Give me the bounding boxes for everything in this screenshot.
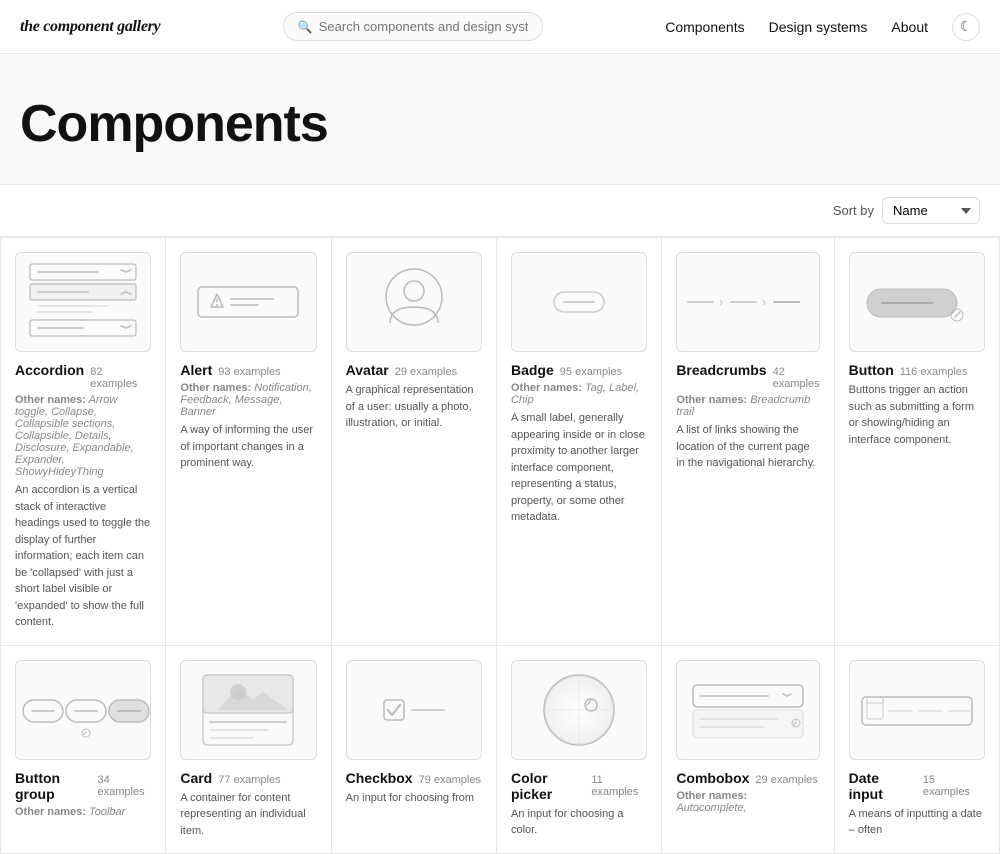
card-preview: › ›: [676, 252, 819, 352]
card-name: Alert: [180, 362, 212, 378]
card-count: 42 examples: [773, 366, 820, 390]
card-count: 116 examples: [900, 366, 968, 378]
card-title-row: Combobox 29 examples: [676, 770, 819, 786]
component-card[interactable]: Combobox 29 examples Other names: Autocomp…: [662, 646, 834, 854]
card-desc: A way of informing the user of important…: [180, 422, 316, 472]
page-title: Components: [20, 94, 980, 154]
card-desc: A small label, generally appearing insid…: [511, 410, 647, 526]
card-preview: [849, 660, 985, 760]
card-count: 93 examples: [218, 366, 280, 378]
card-preview: [180, 252, 316, 352]
nav-design-systems[interactable]: Design systems: [769, 19, 868, 35]
toolbar: Sort by Name Examples Date: [0, 185, 1000, 237]
card-name: Button: [849, 362, 894, 378]
sort-select[interactable]: Name Examples Date: [882, 197, 980, 224]
search-input[interactable]: [319, 19, 528, 34]
card-other-names: Other names: Tag, Label, Chip: [511, 382, 647, 406]
card-count: 15 examples: [923, 774, 985, 798]
sort-label: Sort by: [833, 203, 874, 218]
svg-text:›: ›: [762, 295, 766, 309]
component-card[interactable]: Date input15 examples A means of inputtin…: [835, 646, 1000, 854]
card-preview: [346, 660, 482, 760]
nav-components[interactable]: Components: [665, 19, 744, 35]
card-preview: [15, 252, 151, 352]
search-container: 🔍: [283, 12, 543, 41]
card-title-row: Color picker11 examples: [511, 770, 647, 802]
card-title-row: Button 116 examples: [849, 362, 985, 378]
card-title-row: Date input15 examples: [849, 770, 985, 802]
card-title-row: Breadcrumbs 42 examples: [676, 362, 819, 390]
card-title-row: Badge 95 examples: [511, 362, 647, 378]
card-preview: [346, 252, 482, 352]
component-card[interactable]: Button 116 examples Buttons trigger an act…: [835, 238, 1000, 646]
card-title-row: Button group34 examples: [15, 770, 151, 802]
card-desc: A list of links showing the location of …: [676, 422, 819, 472]
nav-about[interactable]: About: [891, 19, 928, 35]
card-desc: A means of inputting a date – often: [849, 806, 985, 839]
card-name: Color picker: [511, 770, 585, 802]
component-card[interactable]: Alert 93 examples Other names: Notificatio…: [166, 238, 331, 646]
card-name: Accordion: [15, 362, 84, 378]
card-other-names: Other names: Arrow toggle, Collapse, Col…: [15, 394, 151, 478]
card-name: Breadcrumbs: [676, 362, 766, 378]
card-name: Avatar: [346, 362, 389, 378]
component-card[interactable]: Card 77 examples A container for content r…: [166, 646, 331, 854]
card-other-names: Other names: Toolbar: [15, 806, 151, 818]
card-name: Card: [180, 770, 212, 786]
card-preview: [511, 252, 647, 352]
card-preview: [849, 252, 985, 352]
card-desc: A container for content representing an …: [180, 790, 316, 840]
logo[interactable]: the component gallery: [20, 18, 160, 36]
card-desc: An input for choosing a color.: [511, 806, 647, 839]
component-card[interactable]: › › Breadcrumbs 42 examples Other names: B…: [662, 238, 834, 646]
component-card[interactable]: Button group34 examples Other names: Tool…: [1, 646, 166, 854]
card-count: 95 examples: [560, 366, 622, 378]
card-name: Badge: [511, 362, 554, 378]
theme-toggle-button[interactable]: ☾: [952, 13, 980, 41]
card-title-row: Checkbox 79 examples: [346, 770, 482, 786]
card-preview: [676, 660, 819, 760]
card-title-row: Avatar 29 examples: [346, 362, 482, 378]
card-name: Combobox: [676, 770, 749, 786]
component-grid: Accordion 82 examples Other names: Arrow t…: [0, 237, 1000, 854]
card-other-names: Other names: Autocomplete,: [676, 790, 819, 814]
search-icon: 🔍: [298, 20, 313, 34]
card-desc: An input for choosing from: [346, 790, 482, 807]
card-preview: [15, 660, 151, 760]
card-preview: [511, 660, 647, 760]
card-title-row: Accordion 82 examples: [15, 362, 151, 390]
card-count: 82 examples: [90, 366, 151, 390]
card-title-row: Alert 93 examples: [180, 362, 316, 378]
card-other-names: Other names: Notification, Feedback, Mes…: [180, 382, 316, 418]
card-name: Checkbox: [346, 770, 413, 786]
hero-section: Components: [0, 54, 1000, 185]
svg-text:›: ›: [719, 295, 723, 309]
component-card[interactable]: Color picker11 examples An input for choo…: [497, 646, 662, 854]
header: the component gallery 🔍 Components Desig…: [0, 0, 1000, 54]
card-name: Button group: [15, 770, 92, 802]
card-count: 79 examples: [419, 774, 481, 786]
component-card[interactable]: Badge 95 examples Other names: Tag, Label,…: [497, 238, 662, 646]
component-card[interactable]: Accordion 82 examples Other names: Arrow t…: [1, 238, 166, 646]
card-count: 77 examples: [218, 774, 280, 786]
component-card[interactable]: Avatar 29 examples A graphical representat…: [332, 238, 497, 646]
card-count: 34 examples: [98, 774, 152, 798]
card-count: 11 examples: [591, 774, 647, 798]
card-name: Date input: [849, 770, 917, 802]
card-desc: An accordion is a vertical stack of inte…: [15, 482, 151, 631]
card-title-row: Card 77 examples: [180, 770, 316, 786]
card-desc: Buttons trigger an action such as submit…: [849, 382, 985, 448]
card-other-names: Other names: Breadcrumb trail: [676, 394, 819, 418]
card-count: 29 examples: [395, 366, 457, 378]
card-count: 29 examples: [755, 774, 817, 786]
main-nav: Components Design systems About ☾: [665, 13, 980, 41]
card-preview: [180, 660, 316, 760]
component-card[interactable]: Checkbox 79 examples An input for choosing…: [332, 646, 497, 854]
card-desc: A graphical representation of a user: us…: [346, 382, 482, 432]
